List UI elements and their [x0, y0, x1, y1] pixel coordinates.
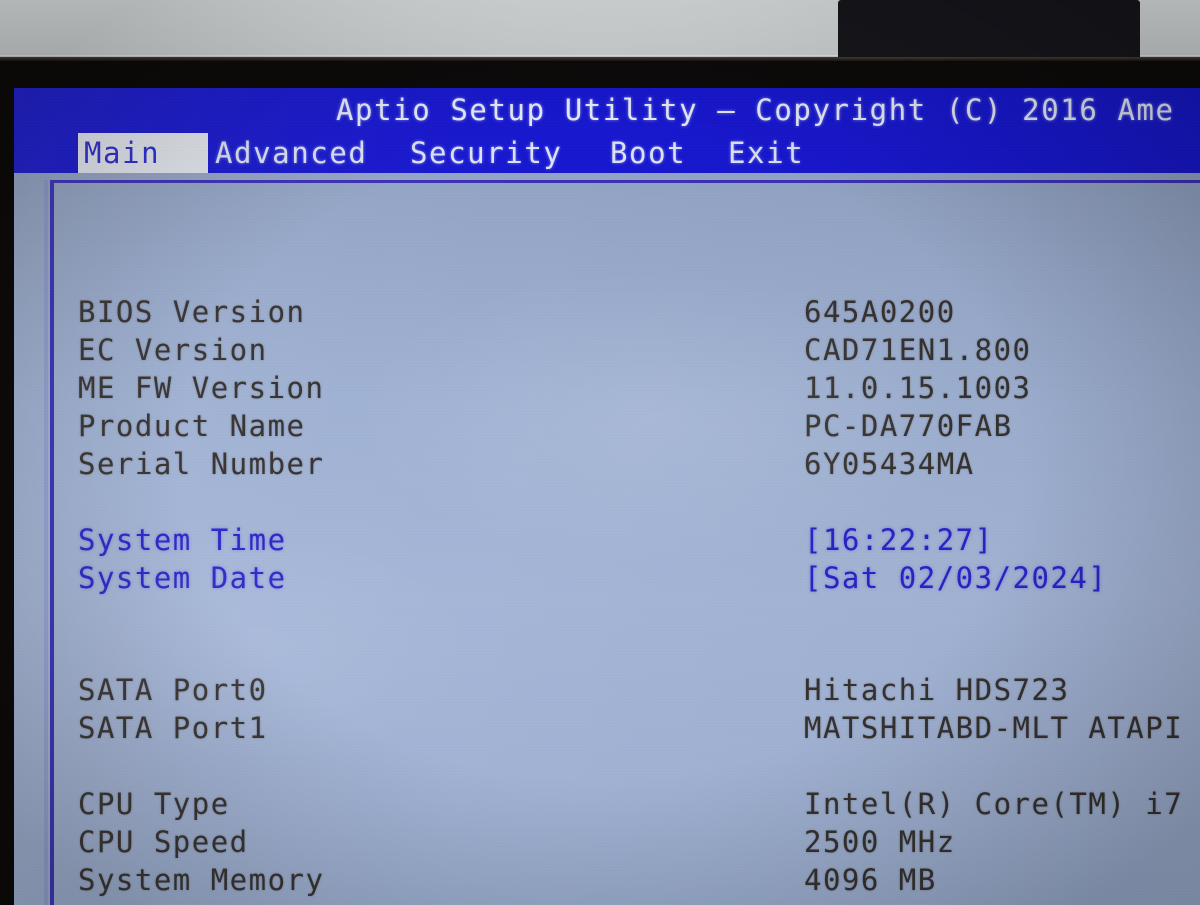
setting-row[interactable]: System Time [16:22:27] — [14, 521, 1200, 559]
settings-list: BIOS Version 645A0200 EC Version CAD71EN1.8… — [14, 88, 1200, 905]
setting-value[interactable]: [16:22:27] — [804, 521, 994, 559]
setting-row: System Memory 4096 MB — [14, 861, 1200, 899]
setting-label: BIOS Version — [78, 295, 306, 329]
setting-row: Serial Number 6Y05434MA — [14, 445, 1200, 483]
setting-value: Intel(R) Core(TM) i7 — [804, 787, 1184, 821]
setting-label: SATA Port1 — [78, 711, 268, 745]
setting-value: 4096 MB — [804, 863, 937, 897]
setting-label: Serial Number — [78, 447, 325, 481]
setting-row: ME FW Version 11.0.15.1003 — [14, 369, 1200, 407]
setting-label: SATA Port0 — [78, 673, 268, 707]
setting-label: Product Name — [78, 409, 306, 443]
setting-row: Product Name PC-DA770FAB — [14, 407, 1200, 445]
webcam-housing — [838, 0, 1140, 60]
setting-row[interactable]: System Date [Sat 02/03/2024] — [14, 559, 1200, 597]
setting-value: 11.0.15.1003 — [804, 371, 1032, 405]
setting-label: ME FW Version — [78, 371, 325, 405]
setting-label: System Time — [78, 523, 287, 557]
setting-value: PC-DA770FAB — [804, 409, 1013, 443]
setting-label: CPU Type — [78, 787, 230, 821]
setting-label: EC Version — [78, 333, 268, 367]
setting-value: MATSHITABD-MLT ATAPI — [804, 711, 1184, 745]
setting-value: Hitachi HDS723 — [804, 673, 1070, 707]
setting-value: CAD71EN1.800 — [804, 333, 1032, 367]
bezel-highlight — [0, 57, 1200, 61]
setting-value: 6Y05434MA — [804, 447, 975, 481]
laptop-photo-scene: Aptio Setup Utility – Copyright (C) 2016… — [0, 0, 1200, 905]
setting-value: 2500 MHz — [804, 825, 956, 859]
setting-value: 645A0200 — [804, 295, 956, 329]
bios-screen: Aptio Setup Utility – Copyright (C) 2016… — [14, 88, 1200, 905]
setting-row: EC Version CAD71EN1.800 — [14, 331, 1200, 369]
setting-label: System Memory — [78, 863, 325, 897]
setting-row: SATA Port1 MATSHITABD-MLT ATAPI — [14, 709, 1200, 747]
setting-row: BIOS Version 645A0200 — [14, 293, 1200, 331]
setting-row: CPU Speed 2500 MHz — [14, 823, 1200, 861]
setting-row: CPU Type Intel(R) Core(TM) i7 — [14, 785, 1200, 823]
setting-value[interactable]: [Sat 02/03/2024] — [804, 559, 1107, 597]
setting-label: CPU Speed — [78, 825, 249, 859]
setting-label: System Date — [78, 561, 287, 595]
setting-row: SATA Port0 Hitachi HDS723 — [14, 671, 1200, 709]
